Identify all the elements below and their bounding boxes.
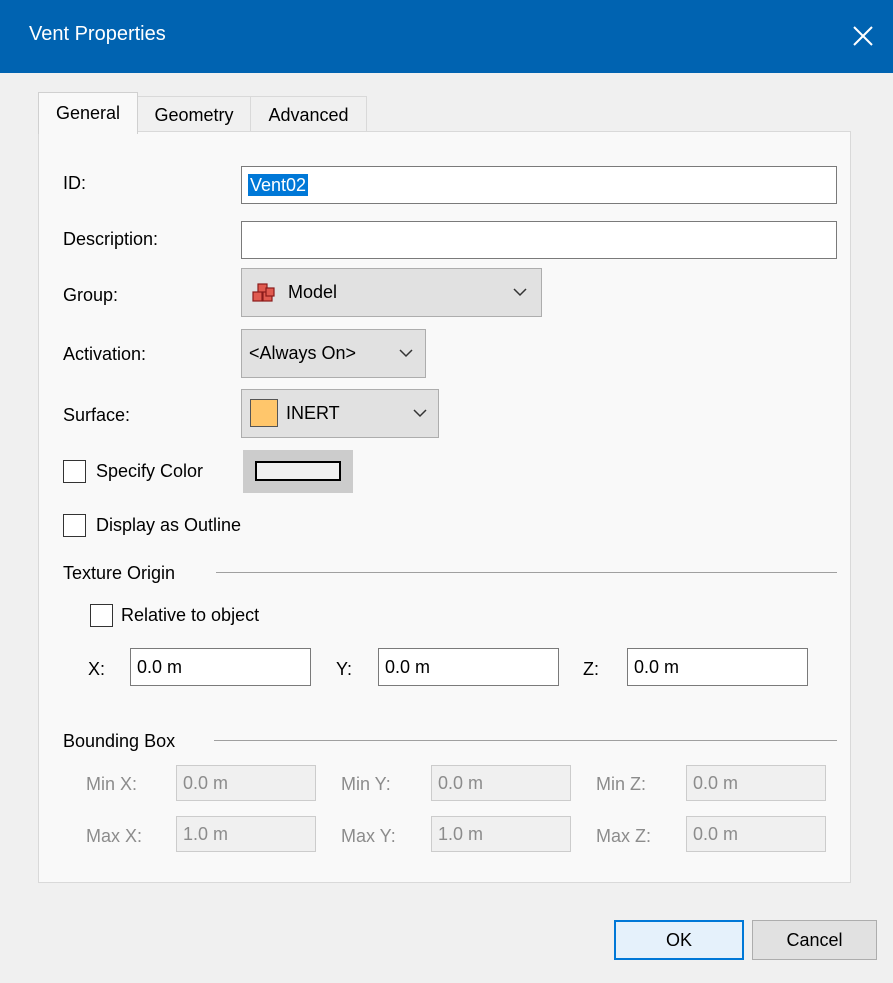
tab-advanced[interactable]: Advanced	[250, 96, 367, 132]
activation-combo-value: <Always On>	[249, 343, 357, 363]
group-combo-value: Model	[288, 282, 338, 302]
min-z-value: 0.0 m	[693, 773, 739, 793]
model-icon	[252, 283, 276, 310]
texture-x-value: 0.0 m	[137, 657, 183, 677]
max-x-value: 1.0 m	[183, 824, 229, 844]
max-z-input: 0.0 m	[686, 816, 826, 852]
tab-geometry-label: Geometry	[154, 105, 234, 125]
texture-y-label: Y:	[336, 659, 353, 679]
surface-combo-value: INERT	[286, 403, 340, 423]
relative-to-object-label: Relative to object	[121, 605, 260, 625]
tab-geometry[interactable]: Geometry	[137, 96, 251, 132]
specify-color-label: Specify Color	[96, 461, 204, 481]
specify-color-checkbox[interactable]	[63, 460, 86, 483]
max-x-label: Max X:	[86, 826, 143, 846]
max-y-value: 1.0 m	[438, 824, 484, 844]
min-x-input: 0.0 m	[176, 765, 316, 801]
texture-y-input[interactable]: 0.0 m	[378, 648, 559, 686]
ok-button[interactable]: OK	[614, 920, 744, 960]
display-outline-label: Display as Outline	[96, 515, 242, 535]
surface-color-swatch	[250, 399, 278, 427]
chevron-down-icon	[413, 409, 427, 418]
max-z-label: Max Z:	[596, 826, 652, 846]
bounding-box-group-label: Bounding Box	[63, 731, 176, 751]
texture-x-label: X:	[88, 659, 106, 679]
bounding-box-divider	[214, 740, 837, 741]
id-label: ID:	[63, 173, 87, 193]
close-button[interactable]	[843, 16, 883, 56]
max-x-input: 1.0 m	[176, 816, 316, 852]
group-label: Group:	[63, 285, 119, 305]
display-outline-checkbox[interactable]	[63, 514, 86, 537]
activation-combo[interactable]: <Always On>	[241, 329, 426, 378]
color-picker-button[interactable]	[243, 450, 353, 493]
tab-advanced-label: Advanced	[268, 105, 349, 125]
min-y-input: 0.0 m	[431, 765, 571, 801]
color-preview-swatch	[255, 461, 341, 481]
ok-button-label: OK	[665, 930, 692, 950]
min-y-value: 0.0 m	[438, 773, 484, 793]
max-y-label: Max Y:	[341, 826, 396, 846]
close-icon	[853, 26, 873, 46]
surface-combo[interactable]: INERT	[241, 389, 439, 438]
window-title: Vent Properties	[29, 23, 166, 45]
id-input[interactable]: Vent02	[241, 166, 837, 204]
tab-general-label: General	[55, 103, 121, 123]
cancel-button-label: Cancel	[786, 930, 843, 950]
min-x-value: 0.0 m	[183, 773, 229, 793]
min-z-label: Min Z:	[596, 774, 647, 794]
min-z-input: 0.0 m	[686, 765, 826, 801]
chevron-down-icon	[513, 288, 527, 297]
relative-to-object-checkbox[interactable]	[90, 604, 113, 627]
tab-general[interactable]: General	[38, 92, 138, 134]
texture-z-label: Z:	[583, 659, 599, 679]
title-bar: Vent Properties	[0, 0, 893, 73]
group-combo[interactable]: Model	[241, 268, 542, 317]
chevron-down-icon	[399, 349, 413, 358]
description-input[interactable]	[241, 221, 837, 259]
texture-y-value: 0.0 m	[385, 657, 431, 677]
texture-x-input[interactable]: 0.0 m	[130, 648, 311, 686]
texture-origin-divider	[216, 572, 837, 573]
min-x-label: Min X:	[86, 774, 138, 794]
surface-label: Surface:	[63, 405, 131, 425]
texture-z-value: 0.0 m	[634, 657, 680, 677]
cancel-button[interactable]: Cancel	[752, 920, 877, 960]
texture-origin-group-label: Texture Origin	[63, 563, 176, 583]
description-label: Description:	[63, 229, 159, 249]
id-input-value: Vent02	[248, 174, 309, 196]
max-y-input: 1.0 m	[431, 816, 571, 852]
min-y-label: Min Y:	[341, 774, 391, 794]
max-z-value: 0.0 m	[693, 824, 739, 844]
texture-z-input[interactable]: 0.0 m	[627, 648, 808, 686]
activation-label: Activation:	[63, 344, 147, 364]
